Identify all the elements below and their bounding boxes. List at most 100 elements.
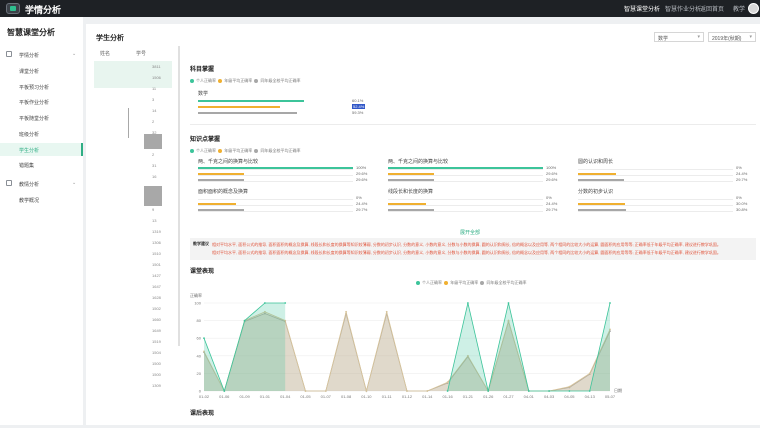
table-cell-id[interactable]: 1519 <box>152 339 161 344</box>
sidebar-item-classroom[interactable]: 课堂分析 <box>0 64 83 77</box>
x-tick-label: 01-11 <box>382 394 393 399</box>
subject-section-title: 科目掌握 <box>190 67 215 73</box>
table-cell-id[interactable]: 31 <box>152 163 156 168</box>
data-point <box>264 302 266 304</box>
table-cell-id[interactable]: 1647 <box>152 284 161 289</box>
x-tick-label: 04-01 <box>524 394 535 399</box>
bar-track <box>388 205 543 206</box>
grade-pct: 52.4% <box>352 104 366 109</box>
knowledge-name: 圆的认识和周长 <box>578 159 614 165</box>
topnav-homework[interactable]: 智慧作业分析 <box>665 4 701 13</box>
bar-track <box>388 175 543 176</box>
x-tick-label: 01-05 <box>300 394 311 399</box>
bar-track <box>578 199 733 200</box>
knowledge-pct: 29.7% <box>546 207 558 212</box>
table-cell-id[interactable]: 2 <box>152 152 154 157</box>
topnav-user[interactable]: 教学 <box>733 4 745 13</box>
knowledge-name: 两、千克之间的换算与比较 <box>198 159 259 165</box>
table-cell-id[interactable]: 1628 <box>152 295 161 300</box>
sidebar-item-mistakes[interactable]: 错题集 <box>0 158 83 171</box>
data-point <box>548 390 550 392</box>
table-cell-id[interactable]: 1506 <box>152 75 161 80</box>
table-cell-id[interactable]: 13 <box>152 218 156 223</box>
knowledge-pct: 29.6% <box>356 171 368 176</box>
expand-all-link[interactable]: 展开全部 <box>460 229 480 236</box>
y-tick-label: 0 <box>199 389 202 394</box>
table-cell-id[interactable]: 1660 <box>152 317 161 322</box>
series-area-0 <box>204 303 286 391</box>
knowledge-pct: 29.7% <box>736 177 748 182</box>
classroom-section-title: 课堂表现 <box>190 269 215 275</box>
divider <box>128 108 129 138</box>
table-cell-id[interactable]: 1309 <box>152 383 161 388</box>
table-cell-id[interactable]: 3811 <box>152 64 161 69</box>
table-cell-id[interactable]: 1501 <box>152 262 161 267</box>
sidebar-item-overview[interactable]: 教学概况 <box>0 193 83 206</box>
sidebar-group-learning[interactable]: 学情分析 ⌄ <box>0 48 83 61</box>
subject-name: 数学 <box>198 91 209 97</box>
classroom-chart: 正确率 0 20 40 60 80 100 01-02 01-06 01-09 01-01 01-04… <box>190 292 622 399</box>
redacted-name <box>144 186 162 206</box>
bar-track <box>388 169 543 170</box>
knowledge-pct: 0% <box>736 195 742 200</box>
table-cell-id[interactable]: 1510 <box>152 251 161 256</box>
table-cell-id[interactable]: 1306 <box>152 240 161 245</box>
subject-legend: 个人正确率 年级平均正确率 同年级全校平均正确率 <box>190 78 300 84</box>
bar-track <box>578 205 733 206</box>
table-cell-id[interactable]: 1500 <box>152 361 161 366</box>
table-cell-id[interactable]: 1500 <box>152 372 161 377</box>
data-point <box>385 310 388 313</box>
data-point <box>588 372 591 375</box>
table-cell-id[interactable]: 9 <box>152 207 154 212</box>
topnav-home[interactable]: 返回首页 <box>700 4 724 13</box>
table-cell-id[interactable]: 1427 <box>152 273 161 278</box>
table-cell-id[interactable]: 3 <box>152 97 154 102</box>
redacted-name <box>144 134 162 149</box>
data-point <box>609 302 611 304</box>
bar-track <box>578 211 733 212</box>
app-title: 学情分析 <box>25 5 62 15</box>
knowledge-pct: 29.6% <box>356 177 368 182</box>
table-cell-id[interactable]: 1649 <box>152 328 161 333</box>
bar-track <box>388 199 543 200</box>
personal-bar <box>198 100 304 102</box>
table-cell-id[interactable]: 14 <box>152 108 156 113</box>
table-cell-id[interactable]: 1502 <box>152 306 161 311</box>
y-axis-label: 正确率 <box>190 292 202 298</box>
topnav-classroom[interactable]: 智慧课堂分析 <box>624 4 660 13</box>
sidebar-item-class[interactable]: 班级分析 <box>0 127 83 140</box>
subject-select[interactable]: 数学 ▾ <box>654 32 704 42</box>
data-point <box>345 310 347 313</box>
avatar[interactable] <box>748 3 759 14</box>
data-point <box>568 385 571 388</box>
column-header-id: 学号 <box>136 51 147 57</box>
x-tick-label: 04-13 <box>585 394 596 399</box>
bar-track <box>198 211 353 212</box>
table-cell-id[interactable]: 16 <box>152 174 156 179</box>
table-cell-id[interactable]: 11 <box>152 86 156 91</box>
knowledge-pct: 24.4% <box>356 201 368 206</box>
table-cell-id[interactable]: 1504 <box>152 350 161 355</box>
knowledge-name: 分数的初步认识 <box>578 189 614 195</box>
table-cell-id[interactable]: 2 <box>152 119 154 124</box>
chevron-down-icon: ▾ <box>697 34 700 40</box>
x-tick-label: 05-07 <box>605 394 616 399</box>
table-cell-id[interactable]: 1319 <box>152 229 161 234</box>
school-pct: 59.3% <box>352 110 364 115</box>
knowledge-pct: 29.7% <box>356 207 368 212</box>
y-tick-label: 100 <box>194 301 201 306</box>
term-select[interactable]: 2019年(秋期) ▾ <box>708 32 756 42</box>
sidebar-item-preview[interactable]: 平板预习分析 <box>0 80 83 93</box>
sidebar-item-quiz[interactable]: 平板随堂分析 <box>0 111 83 124</box>
bar-track <box>198 205 353 206</box>
x-tick-label: 01-27 <box>503 394 514 399</box>
sidebar-item-homework[interactable]: 平板作业分析 <box>0 95 83 108</box>
data-point <box>203 337 205 340</box>
x-tick-label: 01-02 <box>199 394 210 399</box>
sidebar-item-student[interactable]: 学生分析 <box>0 143 83 156</box>
school-bar <box>198 112 297 114</box>
sidebar-group-teaching[interactable]: 教情分析 ⌄ <box>0 177 83 190</box>
data-point <box>446 381 449 384</box>
table-scrollbar[interactable] <box>178 46 180 346</box>
after-class-section-title: 课后表现 <box>190 411 215 417</box>
